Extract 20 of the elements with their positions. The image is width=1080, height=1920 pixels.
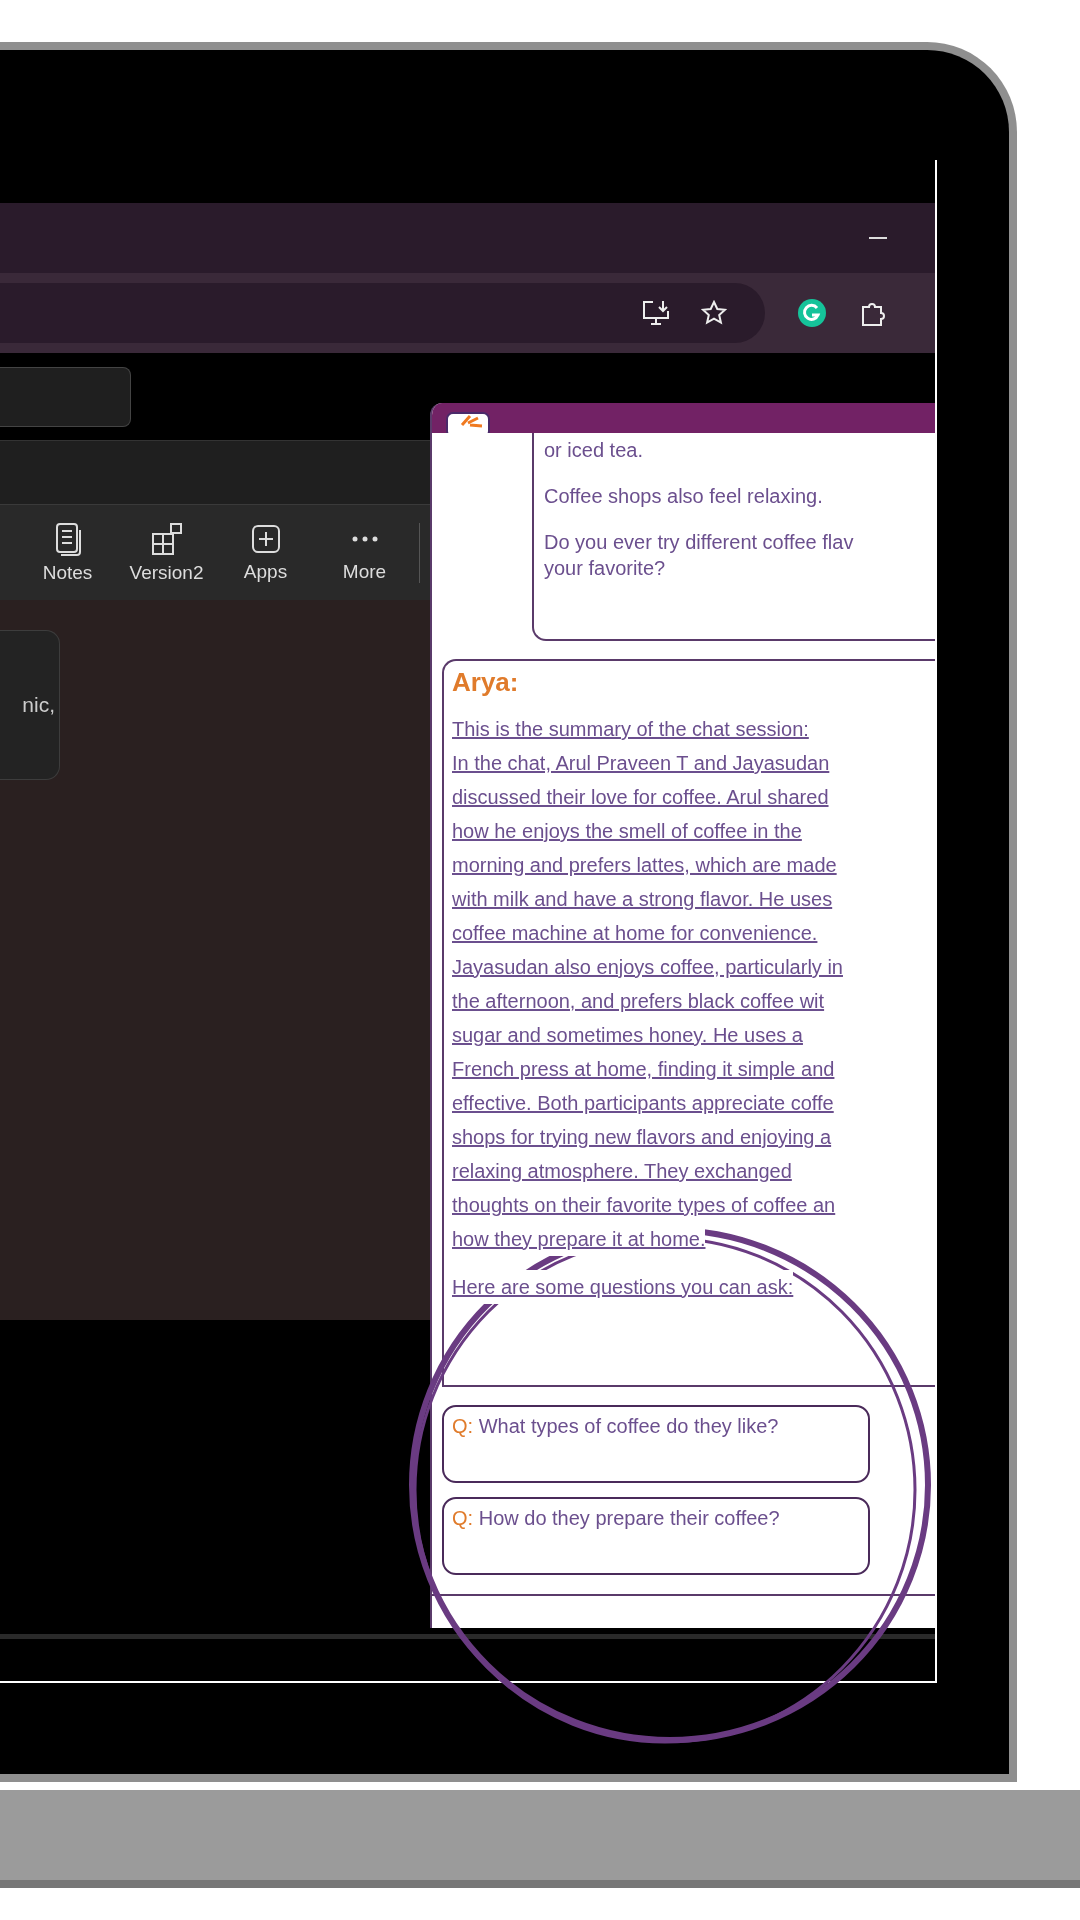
message-text: or iced tea.	[544, 438, 644, 463]
add-icon	[249, 522, 282, 555]
app-logo-icon	[446, 411, 490, 433]
grid-icon	[149, 521, 184, 556]
install-app-icon[interactable]	[641, 299, 671, 327]
sender-name: Arya:	[452, 667, 520, 698]
grammar-extension-icon[interactable]	[797, 298, 827, 328]
questions-link[interactable]: Here are some questions you can ask:	[452, 1270, 794, 1304]
message-text: Coffee shops also feel relaxing.	[544, 484, 824, 509]
message-text: Do you ever try different coffee flav your favorite?	[544, 530, 855, 581]
search-field[interactable]	[0, 366, 131, 427]
toolbar-button[interactable]: More	[315, 522, 414, 583]
star-icon[interactable]	[701, 300, 727, 326]
more-icon	[351, 535, 378, 542]
toolbar-button[interactable]: Version2	[117, 521, 216, 584]
toolbar-button[interactable]: Apps	[216, 522, 315, 583]
card-text: nic,	[22, 693, 56, 717]
suggested-question-button[interactable]: Q: How do they prepare their coffee?	[442, 1497, 870, 1575]
suggested-question-button[interactable]: Q: What types of coffee do they like?	[442, 1405, 870, 1483]
toolbar-button[interactable]: Notes	[18, 521, 117, 584]
